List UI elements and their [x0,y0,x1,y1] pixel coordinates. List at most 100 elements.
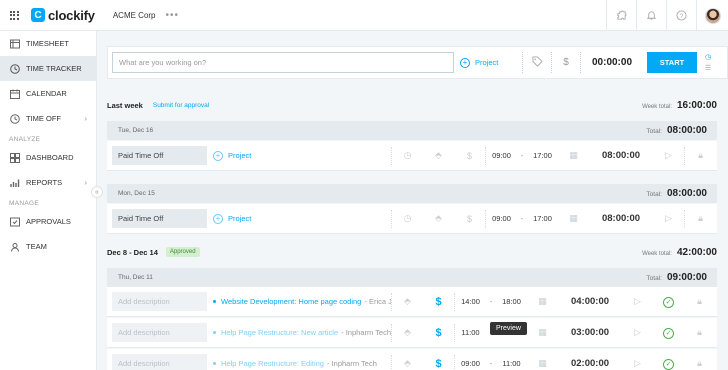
workspace-more-button[interactable]: ••• [166,10,180,21]
bell-icon[interactable] [636,0,666,31]
entry-duration[interactable]: 04:00:00 [558,296,622,307]
entry-project-button[interactable]: + Project [213,213,391,224]
entry-client-label: - Inpharm Tech [341,328,391,337]
plus-icon: + [460,57,470,68]
collapse-sidebar-button[interactable]: « [91,186,103,198]
lock-icon: 🔒︎ [698,213,703,223]
sidebar-item-calendar[interactable]: CALENDAR [0,81,96,106]
entry-end-time[interactable]: 17:00 [527,214,558,223]
sidebar-item-team[interactable]: TEAM [0,234,96,259]
week-title: Last week [107,100,143,110]
top-bar: C clockify ACME Corp ••• ? [0,0,728,31]
help-icon[interactable]: ? [666,0,696,31]
week-total-value: 16:00:00 [676,99,717,111]
timesheet-icon [9,38,20,49]
sidebar-item-approvals[interactable]: APPROVALS [0,209,96,234]
entry-end-time[interactable]: 18:00 [496,297,527,306]
entry-project-button[interactable]: Website Development: Home page coding - … [213,297,391,306]
lock-icon: 🔒︎ [698,150,703,160]
team-icon [9,241,20,252]
start-button[interactable]: START [647,52,697,73]
manual-mode-icon[interactable]: ☰ [705,64,711,72]
submit-for-approval-link[interactable]: Submit for approval [153,102,209,109]
entry-description[interactable]: Paid Time Off [112,146,207,165]
apps-grid-icon[interactable] [0,0,28,31]
entry-client-label: - Erica J... [364,297,391,306]
sidebar-item-timesheet[interactable]: TIMESHEET [0,31,96,56]
workspace-name[interactable]: ACME Corp [113,11,156,20]
tag-icon[interactable]: ⬘ [392,358,423,369]
entry-project-button[interactable]: + Project [213,150,391,161]
sidebar-item-dashboard[interactable]: DASHBOARD [0,145,96,170]
billable-dollar-icon[interactable]: $ [454,151,485,161]
play-icon[interactable]: ▷ [653,213,684,224]
description-input[interactable]: What are you working on? [112,52,454,73]
calendar-icon[interactable]: ▦ [527,327,558,338]
main-content: What are you working on? + Project $ 00:… [98,31,728,370]
week-header: Dec 8 - Dec 14 Approved Week total: 42:0… [107,242,717,262]
project-picker-button[interactable]: + Project [460,57,522,68]
billable-dollar-icon[interactable]: $ [423,327,454,339]
play-icon[interactable]: ▷ [622,327,653,338]
play-icon[interactable]: ▷ [622,358,653,369]
tag-icon[interactable]: ⬘ [392,327,423,338]
entry-duration[interactable]: 08:00:00 [589,213,653,224]
tag-icon[interactable]: ⬘ [423,150,454,161]
calendar-icon[interactable]: ▦ [558,213,589,224]
clock-icon: ◷ [403,150,412,160]
approved-check-icon: ✓ [653,327,684,339]
tag-icon[interactable]: ⬘ [392,296,423,307]
time-entry-row: Add description Help Page Restructure: N… [107,318,717,348]
entry-end-time[interactable]: 11:00 [496,359,527,368]
sidebar-item-label: TIME OFF [26,114,61,123]
tag-icon[interactable] [523,55,551,70]
sidebar-item-label: TEAM [26,242,47,251]
day-date: Mon, Dec 15 [118,190,155,197]
approved-badge: Approved [165,247,200,257]
sidebar-item-label: DASHBOARD [26,153,74,162]
entry-description[interactable]: Add description [112,354,207,370]
day-total-value: 09:00:00 [666,272,707,283]
sidebar-item-label: CALENDAR [26,89,67,98]
billable-dollar-icon[interactable]: $ [423,296,454,308]
play-icon[interactable]: ▷ [622,296,653,307]
entry-start-time[interactable]: 11:00 [455,328,486,337]
avatar[interactable] [696,0,728,31]
entry-start-time[interactable]: 09:00 [486,151,517,160]
entry-start-time[interactable]: 09:00 [486,214,517,223]
billable-dollar-icon[interactable]: $ [454,214,485,224]
entry-project-button[interactable]: Help Page Restructure: New article - Inp… [213,328,391,337]
timer-mode-icon[interactable]: ◷ [705,53,711,61]
entry-end-time[interactable]: 17:00 [527,151,558,160]
entry-duration[interactable]: 08:00:00 [589,150,653,161]
app-name: clockify [48,7,95,23]
sidebar-item-label: REPORTS [26,178,63,187]
sidebar-item-time-off[interactable]: TIME OFF › [0,106,96,131]
calendar-icon[interactable]: ▦ [558,150,589,161]
entry-project-button[interactable]: Help Page Restructure: Editing - Inpharm… [213,359,391,368]
entry-project-label: Help Page Restructure: New article [221,328,339,337]
clockify-logo[interactable]: C clockify [31,8,95,23]
entry-start-time[interactable]: 09:00 [455,359,486,368]
week-title: Dec 8 - Dec 14 [107,247,158,257]
entry-description[interactable]: Add description [112,292,207,311]
tag-icon[interactable]: ⬘ [423,213,454,224]
sidebar-item-time-tracker[interactable]: TIME TRACKER [0,56,96,81]
week-total-label: Week total: [642,103,672,110]
play-icon[interactable]: ▷ [653,150,684,161]
entry-description[interactable]: Add description [112,323,207,342]
clockify-logo-icon: C [31,8,45,22]
billable-dollar-icon[interactable]: $ [552,57,580,68]
entry-start-time[interactable]: 14:00 [455,297,486,306]
entry-duration[interactable]: 02:00:00 [558,358,622,369]
entry-project-label: Website Development: Home page coding [221,297,362,306]
calendar-icon[interactable]: ▦ [527,296,558,307]
entry-duration[interactable]: 03:00:00 [558,327,622,338]
puzzle-icon[interactable] [606,0,636,31]
sidebar-item-reports[interactable]: REPORTS › [0,170,96,195]
calendar-icon[interactable]: ▦ [527,358,558,369]
entry-description[interactable]: Paid Time Off [112,209,207,228]
time-entry-row: Paid Time Off + Project ◷ ⬘ $ 09:00 - 17… [107,141,717,171]
billable-dollar-icon[interactable]: $ [423,358,454,370]
chevron-right-icon: › [84,114,87,123]
